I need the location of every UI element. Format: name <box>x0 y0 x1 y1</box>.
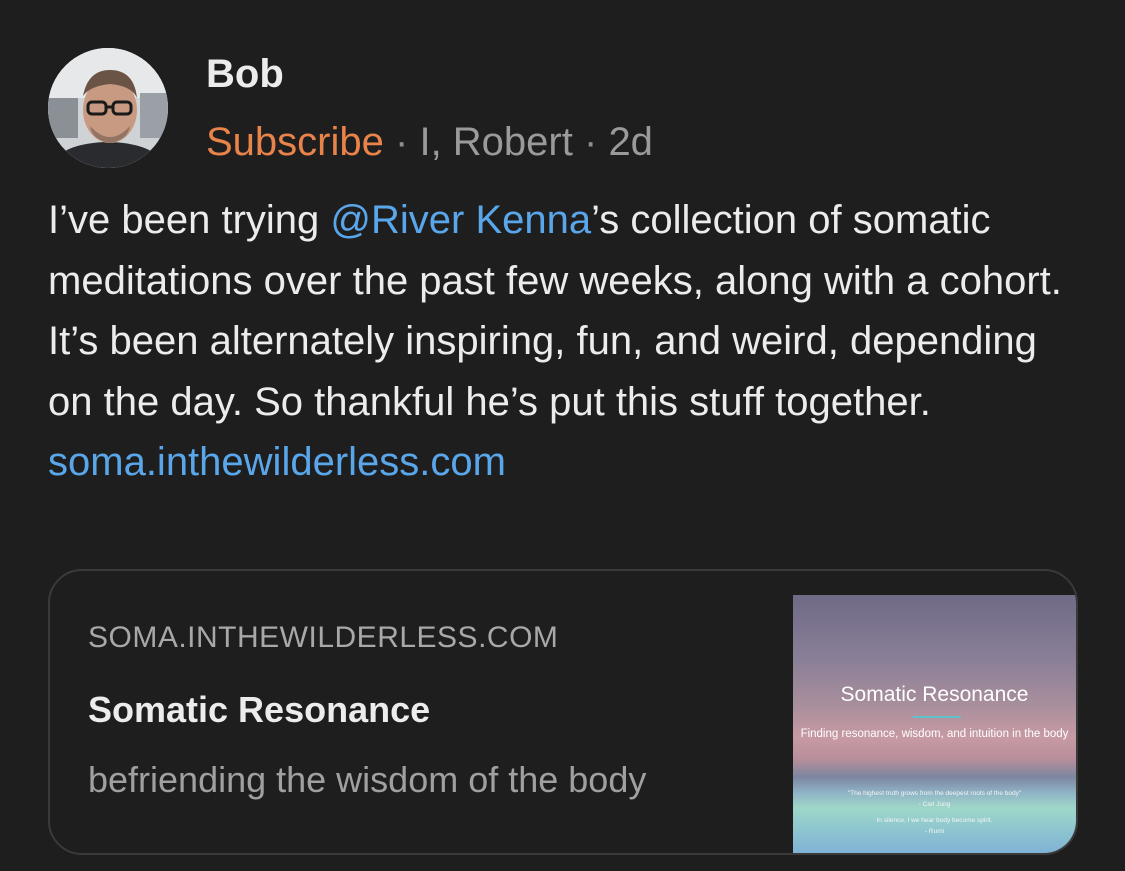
meta-separator: · <box>395 120 409 164</box>
card-title: Somatic Resonance <box>88 689 431 730</box>
thumbnail-title: Somatic Resonance <box>840 683 1029 706</box>
thumbnail-quote: In silence, I we hear body become spirit… <box>876 817 993 824</box>
thumbnail-quote-author: - Rumi <box>924 828 945 835</box>
user-mention[interactable]: @River Kenna <box>330 198 591 242</box>
card-description: befriending the wisdom of the body <box>88 759 647 800</box>
meta-separator: · <box>583 120 598 164</box>
post: Bob Subscribe · I, Robert · 2d I’ve been… <box>0 0 1125 871</box>
post-meta: Subscribe · I, Robert · 2d <box>206 114 653 170</box>
thumbnail-quote: "The highest truth grows from the deepes… <box>847 790 1022 797</box>
link-preview-card[interactable]: SOMA.INTHEWILDERLESS.COM Somatic Resonan… <box>48 569 1078 855</box>
author-name[interactable]: Bob <box>206 48 284 100</box>
card-thumbnail: Somatic Resonance Finding resonance, wis… <box>793 571 1076 853</box>
card-domain: SOMA.INTHEWILDERLESS.COM <box>88 621 559 654</box>
post-age: 2d <box>608 120 653 164</box>
thumbnail-quote-author: - Carl Jung <box>918 801 951 808</box>
author-avatar[interactable] <box>48 48 168 168</box>
thumbnail-divider <box>913 716 961 718</box>
post-body: I’ve been trying @River Kenna’s collecti… <box>48 190 1088 493</box>
post-text: I’ve been trying <box>48 198 331 242</box>
post-link[interactable]: soma.inthewilderless.com <box>48 440 506 484</box>
thumbnail-subtitle: Finding resonance, wisdom, and intuition… <box>800 728 1069 740</box>
subscribe-link[interactable]: Subscribe <box>206 120 384 164</box>
publication-name[interactable]: I, Robert <box>419 120 572 164</box>
avatar-photo <box>48 48 168 168</box>
